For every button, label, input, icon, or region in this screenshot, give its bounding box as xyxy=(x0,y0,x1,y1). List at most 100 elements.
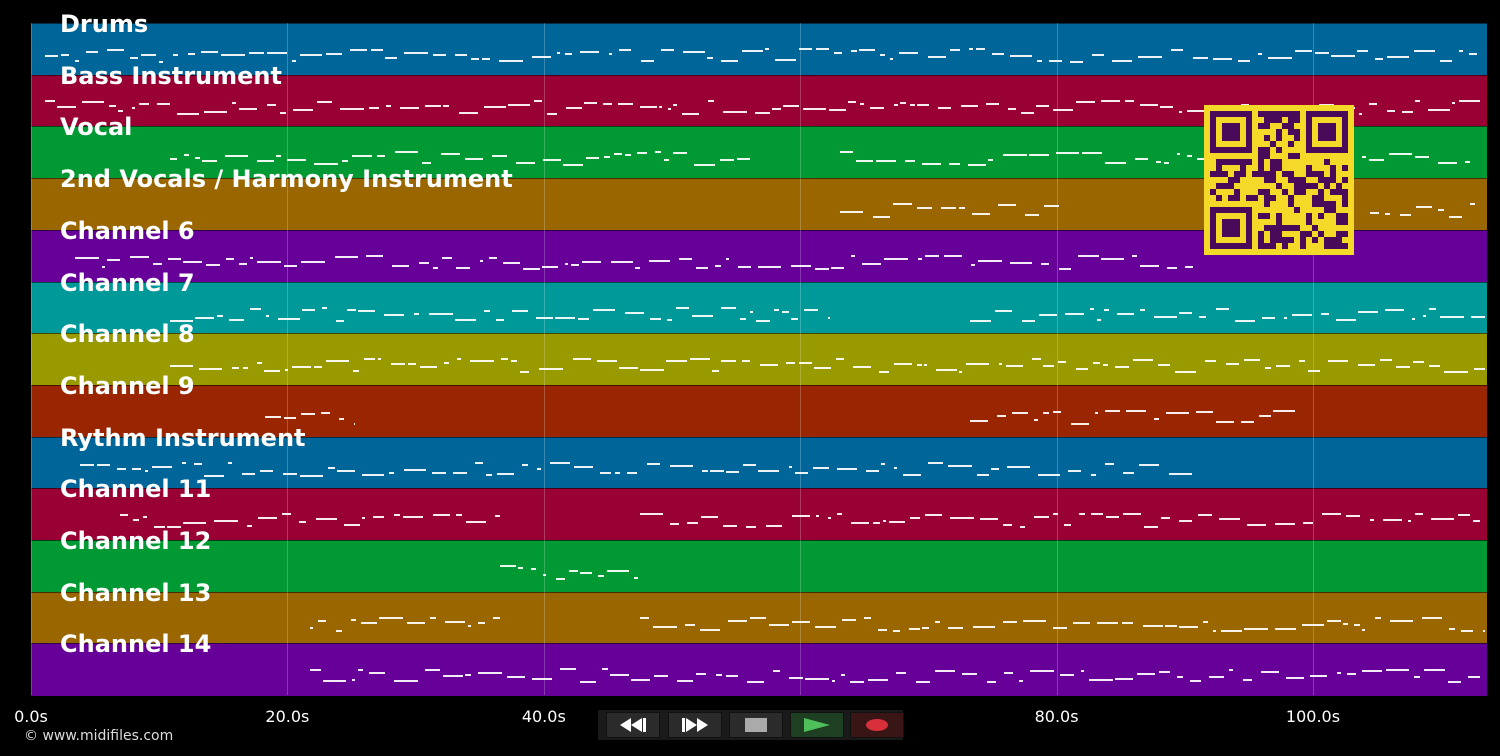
note-mark xyxy=(532,56,551,58)
note-mark xyxy=(371,49,383,51)
note-mark xyxy=(278,317,300,320)
note-mark xyxy=(1303,522,1313,525)
note-mark xyxy=(1140,308,1145,311)
note-mark xyxy=(1219,518,1240,521)
note-mark xyxy=(425,669,440,672)
note-mark xyxy=(1369,102,1377,105)
note-mark xyxy=(206,263,220,266)
note-mark xyxy=(677,680,693,683)
record-button[interactable] xyxy=(850,712,904,738)
note-mark xyxy=(1132,254,1137,257)
note-mark xyxy=(783,104,799,107)
note-mark xyxy=(484,309,490,312)
note-mark xyxy=(1043,365,1054,368)
note-mark xyxy=(971,263,975,266)
note-mark xyxy=(1039,313,1057,316)
note-mark xyxy=(177,112,199,115)
note-mark xyxy=(1079,513,1085,516)
fast-forward-icon xyxy=(682,718,708,732)
note-mark xyxy=(316,518,337,521)
note-mark xyxy=(1101,257,1124,260)
note-mark xyxy=(659,105,662,108)
note-mark xyxy=(878,628,887,631)
note-mark xyxy=(495,515,500,518)
note-mark xyxy=(173,54,178,56)
rewind-button[interactable] xyxy=(606,712,660,738)
fast-forward-button[interactable] xyxy=(668,712,722,738)
note-mark xyxy=(1007,465,1030,468)
note-mark xyxy=(1308,370,1320,373)
note-mark xyxy=(445,620,465,623)
note-mark xyxy=(1193,57,1208,59)
note-mark xyxy=(352,155,372,158)
note-mark xyxy=(750,310,753,313)
note-mark xyxy=(1156,161,1161,164)
note-mark xyxy=(465,674,471,677)
note-mark xyxy=(647,462,660,465)
note-mark xyxy=(1179,110,1182,113)
note-mark xyxy=(1082,152,1102,155)
note-mark xyxy=(670,523,679,526)
note-mark xyxy=(1415,156,1429,159)
play-button[interactable] xyxy=(790,712,844,738)
note-mark xyxy=(851,522,869,525)
note-mark xyxy=(673,103,677,106)
note-mark xyxy=(1259,414,1271,417)
note-mark xyxy=(1185,265,1193,268)
note-mark xyxy=(600,471,611,474)
track-label: Channel 13 xyxy=(60,578,212,607)
note-mark xyxy=(1422,616,1442,619)
note-mark xyxy=(531,568,536,570)
note-mark xyxy=(769,623,789,626)
track-lane xyxy=(31,643,1487,696)
note-mark xyxy=(1076,368,1088,371)
note-mark xyxy=(195,157,200,160)
note-mark xyxy=(1226,363,1239,366)
note-mark xyxy=(702,469,708,472)
note-mark xyxy=(773,670,780,673)
note-mark xyxy=(805,678,829,681)
note-mark xyxy=(742,50,763,52)
note-mark xyxy=(1117,312,1134,315)
note-mark xyxy=(604,156,610,159)
note-mark xyxy=(358,309,375,312)
note-mark xyxy=(1229,669,1233,672)
note-mark xyxy=(917,103,929,106)
note-mark xyxy=(900,101,906,104)
note-mark xyxy=(201,51,218,53)
note-mark xyxy=(715,264,721,267)
note-mark xyxy=(760,364,778,367)
note-mark xyxy=(292,60,296,62)
note-mark xyxy=(117,467,126,470)
note-mark xyxy=(1006,365,1023,368)
note-mark xyxy=(758,469,779,472)
note-mark xyxy=(889,521,905,524)
note-mark xyxy=(1471,315,1485,318)
note-mark xyxy=(910,103,915,106)
note-mark xyxy=(318,619,326,622)
note-mark xyxy=(1041,262,1049,265)
note-mark xyxy=(317,100,332,103)
note-mark xyxy=(831,266,844,269)
note-mark xyxy=(466,521,486,524)
note-mark xyxy=(876,160,896,163)
note-mark xyxy=(978,259,1002,262)
note-mark xyxy=(1012,411,1028,414)
note-mark xyxy=(441,153,460,156)
note-mark xyxy=(1034,516,1049,519)
note-mark xyxy=(1133,359,1153,362)
note-mark xyxy=(625,154,631,157)
note-mark xyxy=(683,51,705,53)
note-mark xyxy=(848,100,856,103)
stop-button[interactable] xyxy=(729,712,783,738)
note-mark xyxy=(701,516,718,519)
note-mark xyxy=(1097,621,1118,624)
note-mark xyxy=(1247,524,1266,527)
note-mark xyxy=(928,461,943,464)
note-mark xyxy=(1029,154,1049,157)
grid-line xyxy=(800,23,802,695)
note-mark xyxy=(948,464,972,467)
note-mark xyxy=(609,53,612,55)
note-mark xyxy=(813,466,829,469)
track-label: Bass Instrument xyxy=(60,61,282,90)
